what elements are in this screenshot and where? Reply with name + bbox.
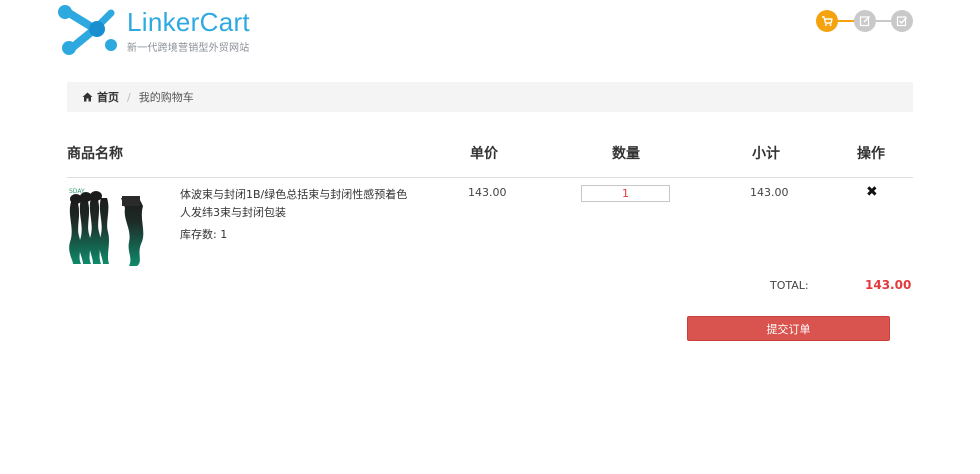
breadcrumb: 首页 / 我的购物车: [67, 82, 913, 112]
column-header-quantity: 数量: [612, 146, 640, 162]
total-value: 143.00: [865, 278, 912, 292]
home-icon: [82, 92, 93, 102]
logo-name: LinkerCart: [127, 7, 250, 37]
product-name[interactable]: 体波束与封闭1B/绿色总括束与封闭性感预着色人发纬3束与封闭包装: [180, 186, 410, 222]
site-logo[interactable]: LinkerCart 新一代跨境营销型外贸网站: [55, 1, 255, 59]
subtotal: 143.00: [750, 186, 789, 199]
step-cart: [816, 10, 838, 32]
column-header-name: 商品名称: [67, 146, 123, 162]
step-connector: [876, 20, 891, 22]
step-connector: [838, 20, 854, 22]
breadcrumb-current: 我的购物车: [138, 91, 194, 104]
check-icon: [896, 16, 908, 27]
total-label: TOTAL:: [770, 279, 809, 292]
product-image[interactable]: SDAY: [67, 186, 147, 268]
column-header-action: 操作: [857, 146, 885, 162]
logo-mark-icon: [58, 5, 117, 55]
breadcrumb-separator: /: [127, 90, 131, 104]
breadcrumb-home-link[interactable]: 首页: [82, 89, 119, 105]
step-edit: [854, 10, 876, 32]
step-confirm: [891, 10, 913, 32]
remove-item-button[interactable]: ✖: [866, 184, 878, 200]
logo-subtitle: 新一代跨境营销型外贸网站: [127, 43, 250, 54]
breadcrumb-home-label: 首页: [97, 91, 119, 104]
quantity-input[interactable]: [581, 185, 670, 202]
column-header-price: 单价: [470, 146, 498, 162]
submit-order-button[interactable]: 提交订单: [687, 316, 890, 341]
column-header-subtotal: 小计: [752, 146, 780, 162]
close-icon: ✖: [866, 184, 878, 200]
cart-icon: [822, 16, 833, 26]
product-stock: 库存数: 1: [180, 228, 228, 241]
header-divider: [67, 177, 913, 178]
unit-price: 143.00: [468, 186, 507, 199]
edit-icon: [859, 16, 870, 27]
checkout-steps: [816, 10, 916, 34]
